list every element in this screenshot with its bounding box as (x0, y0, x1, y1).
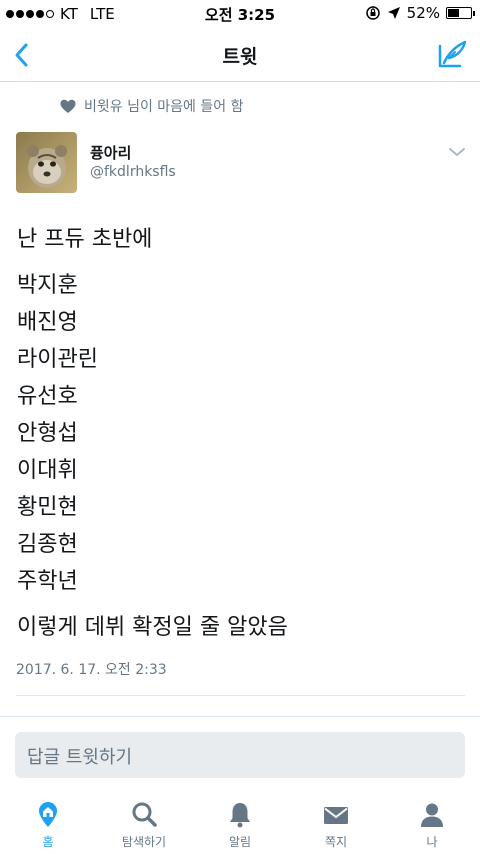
tab-notifications[interactable]: 알림 (192, 790, 288, 854)
tab-messages[interactable]: 쪽지 (288, 790, 384, 854)
bell-icon (230, 803, 250, 828)
carrier-label: KT (60, 5, 78, 23)
page-title: 트윗 (222, 46, 258, 68)
rotation-lock-icon (365, 6, 380, 20)
tab-profile[interactable]: 나 (384, 790, 480, 854)
tweet-intro: 난 프듀 초반에 (17, 227, 153, 252)
tweet-name-line: 유선호 (17, 384, 78, 409)
navigation-bar: 트윗 (0, 28, 480, 82)
tweet-name-line: 라이관린 (17, 347, 98, 372)
tab-label: 쪽지 (324, 835, 348, 849)
profile-icon (421, 803, 443, 827)
location-arrow-icon (387, 7, 400, 19)
signal-strength-icon (6, 10, 54, 18)
tweet-timestamp: 2017. 6. 17. 오전 2:33 (16, 662, 167, 678)
chevron-down-icon[interactable] (448, 145, 466, 159)
battery-fill (448, 9, 460, 17)
tweet-name-line: 배진영 (17, 310, 78, 335)
tab-bar: 홈 탐색하기 알림 쪽지 나 (0, 790, 480, 854)
heart-icon (60, 99, 76, 113)
tab-label: 홈 (42, 835, 54, 849)
divider (16, 695, 465, 696)
tab-label: 나 (426, 835, 438, 849)
compose-tweet-icon[interactable] (436, 38, 468, 70)
tab-explore[interactable]: 탐색하기 (96, 790, 192, 854)
network-label: LTE (89, 5, 115, 23)
search-icon (132, 802, 157, 827)
tweet-name-line: 주학년 (17, 569, 78, 594)
tweet-name-line: 안형섭 (17, 421, 78, 446)
tab-label: 탐색하기 (121, 835, 167, 849)
author-name[interactable]: 퓽아리 (90, 142, 131, 163)
avatar-image (16, 132, 77, 193)
battery-icon (446, 7, 475, 19)
tweet-name-line: 황민현 (17, 495, 78, 520)
liked-by-text[interactable]: 비윗유 님이 마음에 들어 함 (84, 96, 243, 116)
envelope-icon (324, 807, 348, 824)
avatar[interactable] (16, 132, 77, 193)
tweet-name-line: 박지훈 (17, 273, 78, 298)
tweet-name-line: 김종현 (17, 532, 78, 557)
tweet-outro: 이렇게 데뷔 확정일 줄 알았음 (17, 615, 288, 640)
status-right: 52% (365, 4, 475, 22)
status-bar: KT LTE 오전 3:25 52% (0, 0, 480, 28)
status-left: KT LTE (6, 5, 115, 23)
author-handle[interactable]: @fkdlrhksfls (90, 164, 176, 180)
liked-by-line: 비윗유 님이 마음에 들어 함 (60, 96, 243, 116)
tab-home[interactable]: 홈 (0, 790, 96, 854)
tweet-text: 난 프듀 초반에 박지훈 배진영 라이관린 유선호 안형섭 이대휘 황민현 김종… (17, 221, 467, 646)
reply-input[interactable]: 답글 트윗하기 (15, 732, 465, 778)
home-icon (39, 802, 57, 827)
chevron-left-icon[interactable] (8, 40, 38, 70)
tweet-name-line: 이대휘 (17, 458, 78, 483)
tab-label: 알림 (228, 835, 252, 849)
divider (0, 716, 480, 717)
tweet-name-list: 박지훈 배진영 라이관린 유선호 안형섭 이대휘 황민현 김종현 주학년 (17, 267, 467, 600)
battery-percent: 52% (406, 4, 440, 22)
